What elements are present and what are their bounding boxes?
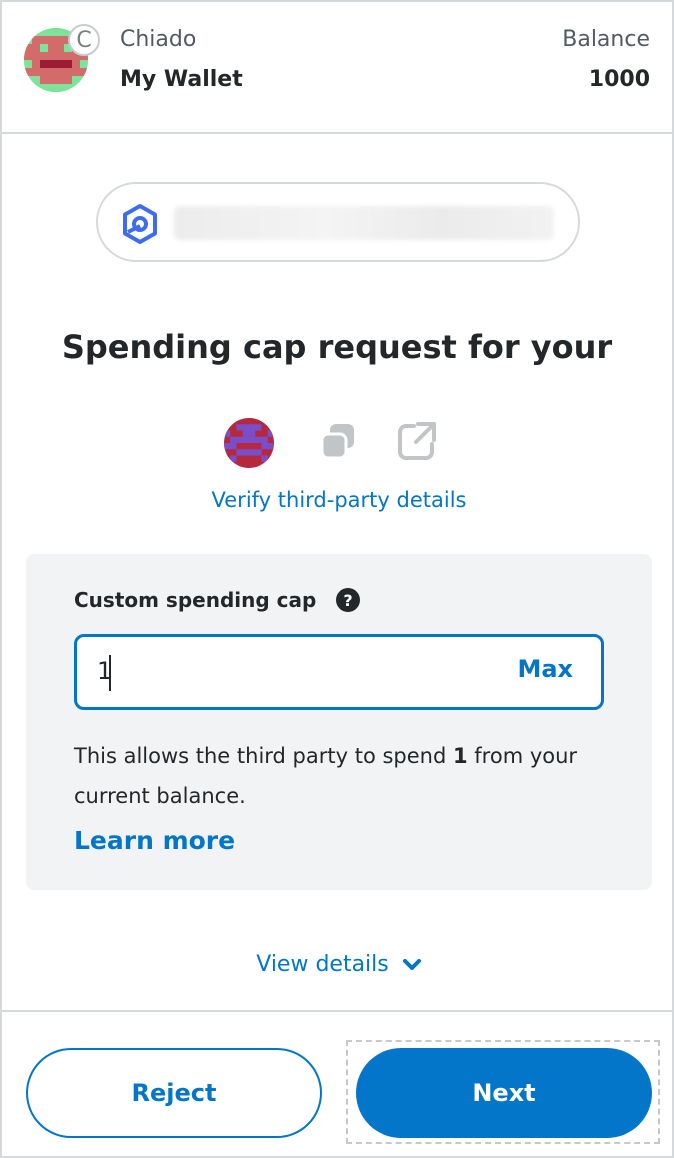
network-name: Chiado [120,27,197,52]
page-title: Spending cap request for your [61,328,613,366]
spending-cap-input[interactable]: 1 Max [74,634,604,710]
text-caret [109,655,111,691]
chevron-down-icon [402,959,421,970]
balance-value: 1000 [588,67,650,92]
reject-button[interactable]: Reject [26,1048,322,1138]
help-icon[interactable]: ? [336,588,360,612]
token-row [224,414,454,470]
spending-cap-card: Custom spending cap ? 1 Max This allows … [26,554,652,890]
view-details-label: View details [256,952,389,977]
token-identicon [224,418,274,468]
site-origin-pill [96,182,580,262]
copy-icon[interactable] [316,420,360,464]
desc-amount: 1 [452,744,468,768]
learn-more-link[interactable]: Learn more [74,826,235,855]
balance-label: Balance [562,27,650,52]
max-button[interactable]: Max [517,655,573,683]
next-button[interactable]: Next [356,1048,652,1138]
spending-cap-description: This allows the third party to spend 1 f… [74,736,624,816]
spending-cap-label: Custom spending cap [74,588,317,612]
verify-third-party-link[interactable]: Verify third-party details [2,488,674,512]
account-name: My Wallet [120,67,243,92]
account-header: C Chiado My Wallet Balance 1000 [2,2,672,134]
dapp-site-icon [123,204,157,244]
footer-actions: Reject Next [2,1010,672,1158]
view-details-toggle[interactable]: View details [2,952,674,977]
desc-prefix: This allows the third party to spend [74,744,453,768]
network-badge: C [68,24,100,56]
external-link-icon[interactable] [394,418,440,464]
site-url-redacted [174,206,554,240]
confirmation-window: C Chiado My Wallet Balance 1000 Spending… [0,0,674,1158]
